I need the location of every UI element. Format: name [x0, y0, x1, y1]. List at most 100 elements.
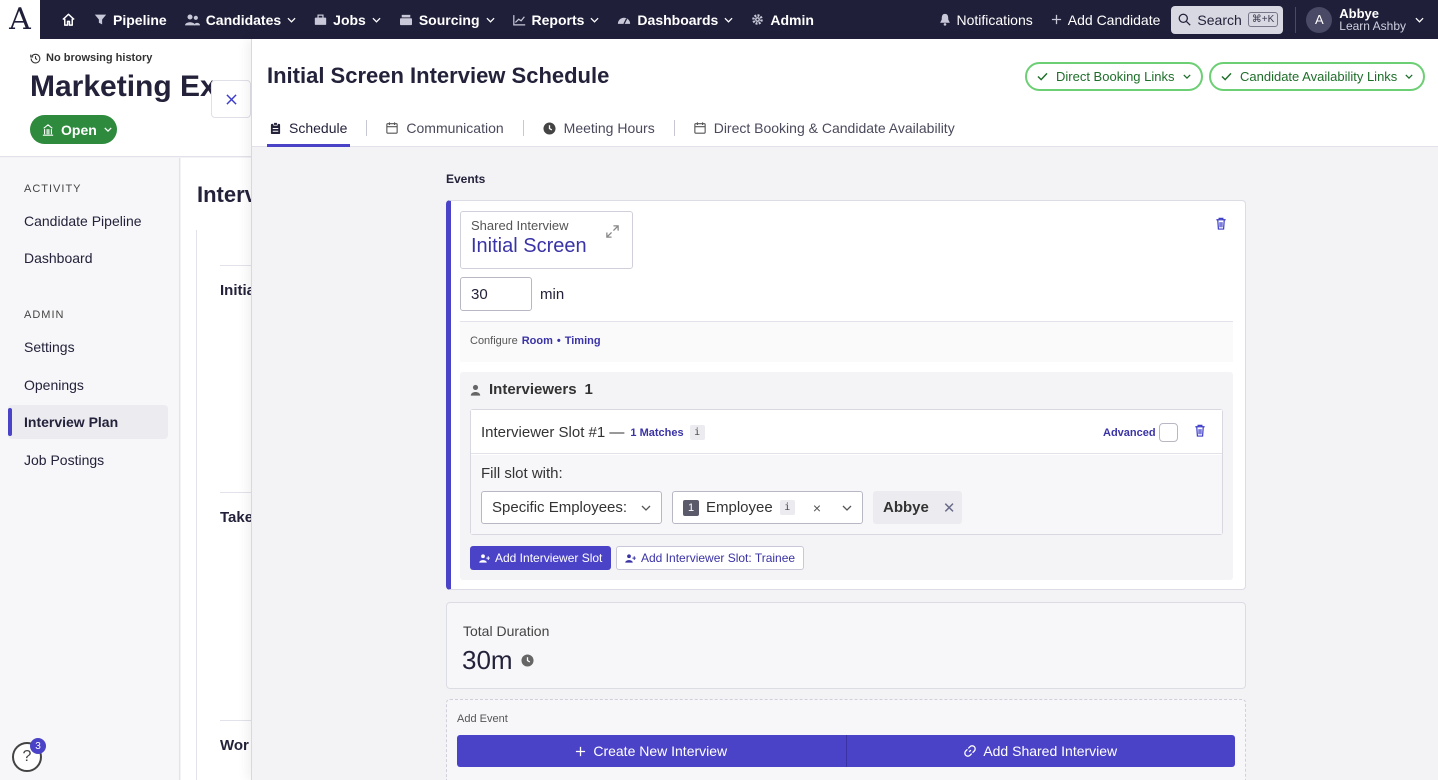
fill-slot-label: Fill slot with: — [481, 465, 563, 482]
configure-row: Configure Room • Timing — [470, 335, 601, 347]
remove-chip-icon[interactable]: ✕ — [943, 499, 956, 517]
chevron-down-icon — [1182, 74, 1191, 79]
sidebar-item-dashboard[interactable]: Dashboard — [8, 241, 168, 275]
check-icon — [1221, 72, 1232, 81]
duration-input[interactable]: 30 — [460, 277, 532, 311]
nav-candidates[interactable]: Candidates — [176, 0, 305, 39]
check-icon — [1037, 72, 1048, 81]
advanced-checkbox[interactable] — [1159, 423, 1178, 442]
chevron-down-icon — [590, 17, 599, 23]
clock-icon — [521, 654, 534, 667]
person-icon — [470, 384, 481, 396]
delete-slot-icon[interactable] — [1194, 424, 1206, 437]
employee-chip: Abbye ✕ — [873, 491, 962, 524]
plan-stage: Initia — [220, 282, 256, 299]
notifications-button[interactable]: Notifications — [930, 0, 1042, 39]
gear-icon — [752, 14, 764, 25]
building-icon — [42, 123, 54, 136]
chevron-down-icon — [104, 127, 112, 132]
chevron-down-icon — [842, 505, 852, 511]
clear-icon[interactable]: × — [813, 500, 821, 516]
duration-unit: min — [540, 286, 565, 303]
top-nav: A Pipeline Candidates Jobs Sourcing Repo… — [0, 0, 1438, 39]
sidebar-item-interview-plan[interactable]: Interview Plan — [8, 405, 168, 439]
nav-pipeline[interactable]: Pipeline — [85, 0, 176, 39]
employee-select[interactable]: 1 Employee i × — [672, 491, 863, 524]
fill-type-select[interactable]: Specific Employees: — [481, 491, 662, 524]
close-drawer-button[interactable] — [211, 80, 251, 118]
chevron-down-icon — [724, 17, 733, 23]
employee-count-badge: 1 — [683, 499, 699, 516]
info-icon[interactable]: i — [779, 500, 795, 515]
configure-room-link[interactable]: Room — [522, 335, 553, 347]
plan-heading: Interv — [197, 182, 257, 207]
help-badge: 3 — [30, 738, 46, 754]
sidebar-item-settings[interactable]: Settings — [8, 330, 168, 364]
add-candidate-button[interactable]: Add Candidate — [1042, 0, 1170, 39]
configure-timing-link[interactable]: Timing — [565, 335, 601, 347]
shared-interview-label: Shared Interview — [471, 218, 569, 233]
filter-icon — [94, 14, 107, 25]
search-shortcut: ⌘+K — [1247, 12, 1279, 27]
advanced-label: Advanced — [1103, 427, 1156, 439]
interviewers-header: Interviewers 1 — [470, 381, 593, 398]
plus-icon — [1051, 14, 1061, 25]
briefcase-icon — [314, 14, 327, 25]
plan-list — [196, 230, 256, 780]
nav-reports[interactable]: Reports — [504, 0, 609, 39]
sidebar-item-job-postings[interactable]: Job Postings — [8, 443, 168, 477]
plan-stage: Take — [220, 509, 254, 526]
candidate-availability-links-button[interactable]: Candidate Availability Links — [1209, 62, 1426, 91]
browsing-history[interactable]: No browsing history — [30, 52, 152, 64]
slot-title: Interviewer Slot #1 — 1 Matches i — [481, 424, 705, 441]
user-org: Learn Ashby — [1339, 18, 1406, 33]
clipboard-icon — [270, 121, 281, 134]
job-status-button[interactable]: Open — [30, 115, 117, 144]
create-new-interview-button[interactable]: Create New Interview — [457, 735, 846, 767]
nav-divider — [1295, 6, 1297, 33]
search-icon — [1178, 13, 1192, 26]
tab-meeting-hours[interactable]: Meeting Hours — [540, 109, 658, 147]
total-duration-card: Total Duration 30m — [446, 602, 1246, 689]
search-button[interactable]: Search ⌘+K — [1171, 5, 1284, 34]
tab-schedule[interactable]: Schedule — [267, 109, 351, 147]
history-icon — [30, 53, 41, 63]
close-icon — [225, 93, 237, 105]
info-icon[interactable]: i — [689, 425, 705, 440]
sidebar-item-openings[interactable]: Openings — [8, 368, 168, 402]
calendar-icon — [386, 122, 399, 134]
ashby-logo[interactable]: A — [0, 0, 40, 39]
direct-booking-links-button[interactable]: Direct Booking Links — [1025, 62, 1203, 91]
plan-stage: Wor — [220, 737, 249, 754]
total-duration-label: Total Duration — [463, 623, 550, 639]
tab-communication[interactable]: Communication — [383, 109, 506, 147]
sidebar-item-candidate-pipeline[interactable]: Candidate Pipeline — [8, 204, 168, 238]
tab-direct-booking[interactable]: Direct Booking & Candidate Availability — [691, 109, 958, 147]
add-shared-interview-button[interactable]: Add Shared Interview — [845, 735, 1235, 767]
add-user-icon — [479, 553, 490, 563]
chevron-down-icon — [287, 17, 296, 23]
nav-sourcing[interactable]: Sourcing — [390, 0, 504, 39]
add-interviewer-slot-button[interactable]: Add Interviewer Slot — [470, 546, 612, 570]
gauge-icon — [618, 17, 631, 25]
expand-icon[interactable] — [605, 224, 620, 239]
add-event-section: Add Event Create New Interview Add Share… — [446, 699, 1246, 780]
chevron-down-icon — [485, 17, 495, 23]
nav-dashboards[interactable]: Dashboards — [608, 0, 742, 39]
avatar: A — [1306, 6, 1333, 33]
interview-schedule-drawer: Initial Screen Interview Schedule Direct… — [251, 39, 1438, 780]
home-icon[interactable] — [52, 0, 85, 39]
configure-area: Configure Room • Timing — [460, 322, 1233, 362]
shared-interview-box[interactable]: Shared Interview Initial Screen — [460, 211, 633, 269]
chevron-down-icon — [641, 505, 651, 511]
nav-jobs[interactable]: Jobs — [305, 0, 390, 39]
calendar-icon — [694, 122, 706, 134]
nav-admin[interactable]: Admin — [742, 0, 823, 39]
slot-matches-link[interactable]: 1 Matches — [630, 427, 683, 439]
chart-icon — [512, 14, 525, 25]
activity-section-label: ACTIVITY — [24, 183, 82, 195]
drawer-header: Initial Screen Interview Schedule Direct… — [252, 39, 1438, 147]
user-menu[interactable]: A Abbye Learn Ashby — [1306, 6, 1438, 33]
add-trainee-slot-button[interactable]: Add Interviewer Slot: Trainee — [616, 546, 805, 570]
delete-event-icon[interactable] — [1215, 217, 1227, 230]
